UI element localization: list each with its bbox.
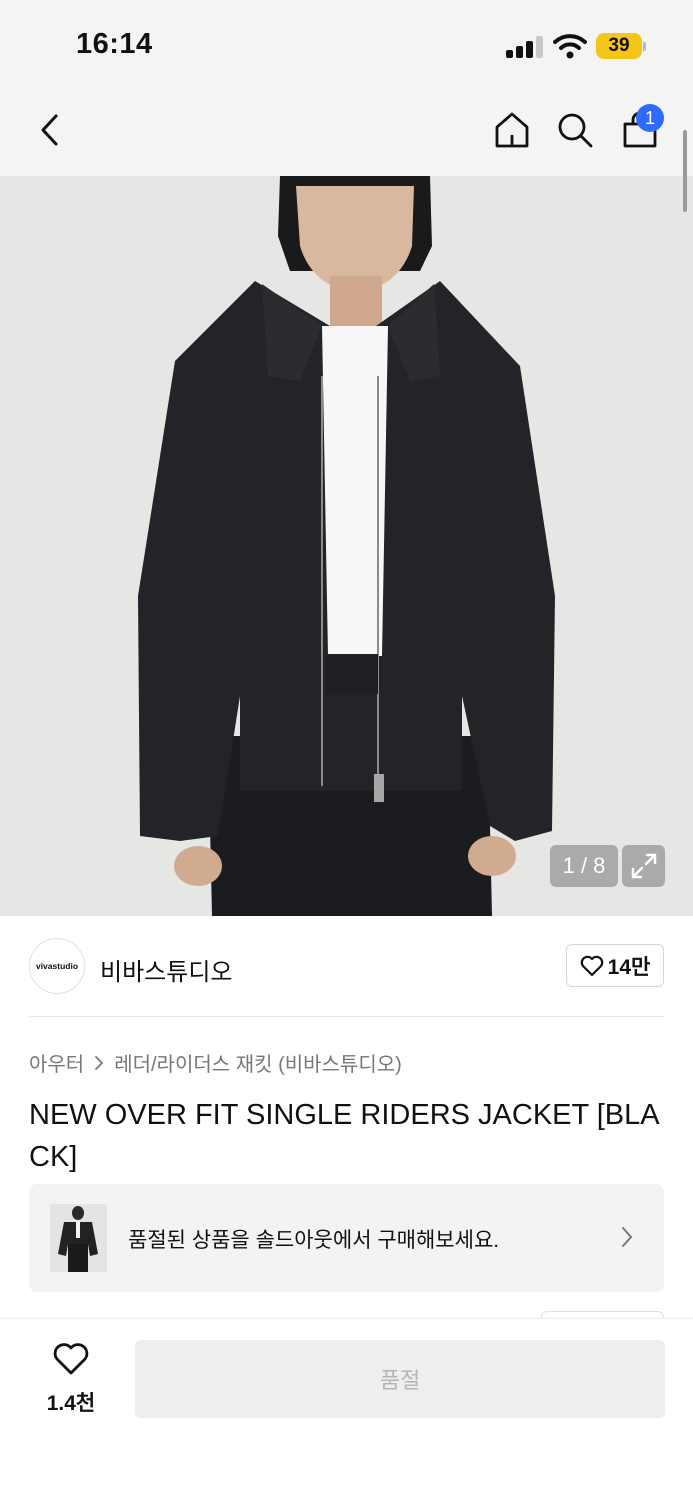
back-button[interactable] <box>26 106 74 154</box>
home-icon <box>495 112 529 148</box>
breadcrumb-subcategory[interactable]: 레더/라이더스 재킷 (비바스튜디오) <box>114 1048 402 1077</box>
cart-count-badge: 1 <box>636 104 664 132</box>
buy-button-soldout[interactable]: 품절 <box>135 1340 665 1418</box>
wishlist-count: 1.4천 <box>46 1392 96 1415</box>
brand-name-link[interactable]: 비바스튜디오 <box>100 952 232 987</box>
wishlist-button[interactable]: 1.4천 <box>34 1342 108 1416</box>
expand-icon <box>631 853 656 879</box>
status-bar: 16:14 39 <box>0 0 693 88</box>
chevron-right-icon <box>622 1227 632 1247</box>
brand-logo[interactable]: vivastudio <box>29 938 85 994</box>
breadcrumb-category[interactable]: 아우터 <box>29 1048 84 1077</box>
cellular-signal-icon <box>506 36 544 58</box>
image-page-counter: 1 / 8 <box>550 845 618 887</box>
search-button[interactable] <box>551 106 599 154</box>
wifi-icon <box>553 33 587 59</box>
section-divider <box>29 1016 664 1017</box>
soldout-banner-text: 품절된 상품을 솔드아웃에서 구매해보세요. <box>128 1229 500 1252</box>
search-icon <box>558 113 593 148</box>
page-scrollbar[interactable] <box>683 130 687 212</box>
battery-tip <box>643 42 646 51</box>
product-image-gallery[interactable] <box>0 176 693 916</box>
top-nav-bar <box>0 88 693 176</box>
home-button[interactable] <box>488 106 536 154</box>
product-photo <box>0 176 693 916</box>
status-time: 16:14 <box>76 28 153 60</box>
category-breadcrumb: 아우터 레더/라이더스 재킷 (비바스튜디오) <box>29 1048 402 1077</box>
chevron-left-icon <box>41 114 58 146</box>
battery-indicator: 39 <box>596 33 642 59</box>
expand-image-button[interactable] <box>622 845 665 887</box>
product-title: NEW OVER FIT SINGLE RIDERS JACKET [BLACK… <box>29 1099 660 1173</box>
brand-like-count: 14만 <box>607 955 651 979</box>
heart-outline-icon <box>580 955 603 976</box>
soldout-product-thumbnail <box>50 1204 107 1272</box>
chevron-right-icon <box>95 1055 104 1070</box>
brand-logo-text: vivastudio <box>35 961 79 971</box>
heart-outline-icon <box>53 1343 89 1375</box>
soldout-promo-banner[interactable]: 품절된 상품을 솔드아웃에서 구매해보세요. <box>29 1184 664 1292</box>
brand-like-button[interactable]: 14만 <box>566 944 664 987</box>
